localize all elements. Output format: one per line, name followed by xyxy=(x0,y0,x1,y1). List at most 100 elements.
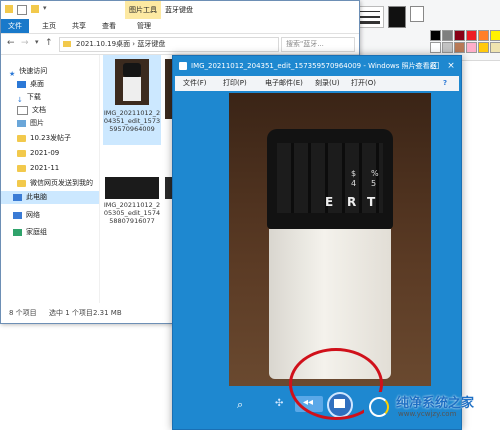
address-bar-row: ← → ▾ ↑ 2021.10.19桌面 › 蓝牙键盘 搜索"蓝牙... xyxy=(1,34,359,55)
nav-network[interactable]: 网络 xyxy=(13,209,111,222)
nav-folder-wechat[interactable]: 微信网页发送到我的 xyxy=(17,177,99,190)
nav-homegroup[interactable]: 家庭组 xyxy=(13,226,111,239)
folder-icon xyxy=(17,149,26,157)
viewer-menubar: 文件(F) 打印(P) 电子邮件(E) 刻录(U) 打开(O) ? xyxy=(175,76,459,91)
nav-label: 2021-09 xyxy=(30,149,60,157)
file-item[interactable]: IMG_20211012_205305_edit_157458807916077 xyxy=(103,171,161,261)
photo-viewer-window: IMG_20211012_204351_edit_157359570964009… xyxy=(172,55,462,430)
tab-home[interactable]: 主页 xyxy=(35,19,63,33)
selected-size: 2.31 MB xyxy=(93,309,122,317)
key-label: 4 xyxy=(351,179,357,188)
nav-downloads[interactable]: ↓ 下载 xyxy=(17,91,115,104)
file-thumbnail xyxy=(105,177,159,199)
folder-icon xyxy=(17,164,26,172)
palette-darkred[interactable] xyxy=(454,30,465,41)
star-icon: ★ xyxy=(9,69,16,78)
folder-icon xyxy=(17,134,26,142)
menu-print[interactable]: 打印(P) xyxy=(223,76,247,91)
watermark-url: www.ycwjzy.com xyxy=(398,410,457,418)
search-placeholder: 搜索"蓝牙... xyxy=(286,40,324,48)
nav-folder-2021-09[interactable]: 2021-09 xyxy=(17,147,115,160)
tab-view[interactable]: 查看 xyxy=(95,19,123,33)
palette-brown[interactable] xyxy=(454,42,465,53)
nav-folder-1023[interactable]: 10.23发帖子 xyxy=(17,132,115,145)
search-field[interactable]: 搜索"蓝牙... xyxy=(281,37,355,52)
palette-cream[interactable] xyxy=(490,42,500,53)
palette-gold[interactable] xyxy=(478,42,489,53)
nav-folder-2021-11[interactable]: 2021-11 xyxy=(17,162,115,175)
up-arrow-icon[interactable]: ↑ xyxy=(45,38,53,48)
item-count: 8 个项目 xyxy=(9,309,37,317)
color1-swatch[interactable] xyxy=(388,6,406,28)
palette-red[interactable] xyxy=(466,30,477,41)
folder-icon xyxy=(17,179,26,187)
watermark: 纯净系统之家 www.ycwjzy.com xyxy=(360,386,500,426)
nav-label: 10.23发帖子 xyxy=(30,134,72,142)
folder-icon xyxy=(63,41,71,47)
close-button[interactable]: × xyxy=(443,56,459,76)
nav-label: 图片 xyxy=(30,119,44,127)
nav-label: 家庭组 xyxy=(26,228,47,236)
explorer-titlebar: ▾ 图片工具 蓝牙键盘 xyxy=(1,1,359,19)
palette-gray[interactable] xyxy=(442,30,453,41)
palette-lightgray[interactable] xyxy=(442,42,453,53)
palette-pink[interactable] xyxy=(466,42,477,53)
recent-dropdown-icon[interactable]: ▾ xyxy=(35,38,39,46)
explorer-title: 蓝牙键盘 xyxy=(165,6,193,14)
tab-manage[interactable]: 管理 xyxy=(129,19,159,33)
actual-size-icon[interactable]: ✣ xyxy=(275,398,283,409)
nav-documents[interactable]: 文档 xyxy=(17,104,115,117)
properties-icon[interactable] xyxy=(17,5,27,15)
network-icon xyxy=(13,211,22,219)
menu-open[interactable]: 打开(O) xyxy=(351,76,376,91)
pictures-icon xyxy=(17,119,26,127)
tab-share[interactable]: 共享 xyxy=(65,19,93,33)
nav-desktop[interactable]: 桌面 xyxy=(17,78,115,91)
tab-file[interactable]: 文件 xyxy=(1,19,29,33)
palette-white[interactable] xyxy=(430,42,441,53)
selected-count: 选中 1 个项目 xyxy=(49,309,93,317)
nav-label: 快速访问 xyxy=(19,67,48,75)
palette-black[interactable] xyxy=(430,30,441,41)
address-path: 2021.10.19桌面 › 蓝牙键盘 xyxy=(76,40,166,48)
quick-access-dropdown-icon[interactable]: ▾ xyxy=(43,4,47,12)
zoom-icon[interactable]: ⌕ xyxy=(237,398,243,412)
menu-email[interactable]: 电子邮件(E) xyxy=(265,76,303,91)
nav-label: 下载 xyxy=(26,93,41,101)
forward-arrow-icon[interactable]: → xyxy=(21,38,29,48)
photo-viewer-icon xyxy=(179,62,187,70)
viewer-titlebar: IMG_20211012_204351_edit_157359570964009… xyxy=(173,56,461,76)
key-label: 5 xyxy=(371,179,377,188)
menu-burn[interactable]: 刻录(U) xyxy=(315,76,340,91)
address-field[interactable]: 2021.10.19桌面 › 蓝牙键盘 xyxy=(59,37,279,52)
nav-label: 微信网页发送到我的 xyxy=(30,179,93,187)
menu-file[interactable]: 文件(F) xyxy=(183,76,207,91)
nav-label: 2021-11 xyxy=(30,164,60,172)
help-icon[interactable]: ? xyxy=(443,76,447,91)
key-label: $ xyxy=(351,169,357,178)
back-arrow-icon[interactable]: ← xyxy=(7,38,15,48)
watermark-brand: 纯净系统之家 xyxy=(396,396,475,411)
key-label: E xyxy=(325,195,334,209)
palette-yellow[interactable] xyxy=(490,30,500,41)
folder-icon xyxy=(5,5,13,13)
nav-label: 桌面 xyxy=(30,80,44,88)
key-label: % xyxy=(371,169,379,178)
file-item-selected[interactable]: IMG_20211012_204351_edit_157359570964009 xyxy=(103,55,161,145)
ribbon-tabs: 文件 主页 共享 查看 管理 xyxy=(1,19,359,34)
new-folder-icon[interactable] xyxy=(31,5,39,13)
maximize-button[interactable]: □ xyxy=(427,56,443,76)
palette-orange[interactable] xyxy=(478,30,489,41)
key-label: R xyxy=(347,195,357,209)
download-icon: ↓ xyxy=(17,95,23,104)
nav-this-pc[interactable]: 此电脑 xyxy=(1,191,99,204)
nav-pictures[interactable]: 图片 xyxy=(17,117,115,130)
line-size-icon[interactable] xyxy=(356,6,384,28)
nav-label: 文档 xyxy=(32,106,46,114)
color2-swatch[interactable] xyxy=(410,6,424,22)
minimize-button[interactable]: – xyxy=(409,56,425,76)
homegroup-icon xyxy=(13,228,22,236)
nav-quick-access[interactable]: ★ 快速访问 xyxy=(9,65,107,78)
document-icon xyxy=(17,105,28,115)
watermark-logo-icon xyxy=(364,392,390,418)
